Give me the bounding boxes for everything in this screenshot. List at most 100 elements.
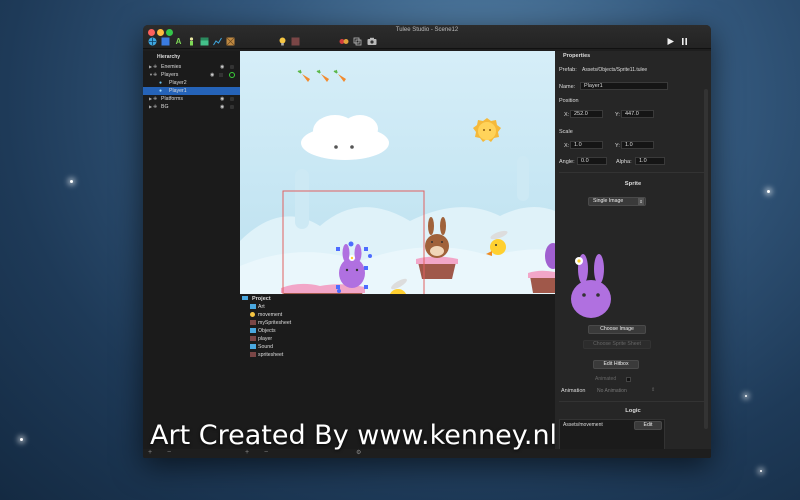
transform-handle[interactable] [336,247,340,251]
tile-icon[interactable] [200,37,209,46]
star [70,180,73,183]
spritesheet-icon [250,336,256,341]
project-title: Project [242,295,271,303]
star [760,470,762,472]
properties-scrollbar[interactable] [704,89,708,429]
hierarchy-item-players[interactable]: ▼ ⁜ Players ◉ [143,71,240,79]
select-stepper-icon: ⇕ [638,198,644,205]
visibility-eye-icon[interactable]: ◉ [220,95,224,103]
alpha-label: Alpha: [616,159,632,165]
animated-label: Animated [595,376,617,382]
animation-label: Animation [561,388,586,394]
background-pillar [517,156,529,201]
rotation-handle[interactable] [337,289,341,293]
globe-icon[interactable] [148,37,157,46]
sprite-section-title: Sprite [624,181,642,187]
disclosure-triangle-icon[interactable]: ▶ [149,95,152,103]
scale-y-field[interactable]: 1.0 [621,141,654,149]
figure-icon[interactable] [187,37,196,46]
disclosure-triangle-icon[interactable]: ▶ [149,63,152,71]
prefab-path[interactable]: Assets/Objects/Sprite11.tulee [582,67,647,73]
active-ring-icon[interactable] [229,72,235,78]
choose-sprite-sheet-button[interactable]: Choose Sprite Sheet [583,340,651,349]
alpha-field[interactable]: 1.0 [635,157,665,165]
sun-sprite[interactable] [473,118,501,142]
scene-viewport[interactable] [240,51,555,294]
lock-icon[interactable] [230,97,234,101]
scale-x-field[interactable]: 1.0 [570,141,603,149]
line-icon[interactable] [213,37,222,46]
pause-icon[interactable] [680,37,689,46]
position-label: Position [559,98,579,104]
edit-script-button[interactable]: Edit [634,421,662,430]
visibility-eye-icon[interactable]: ◉ [220,103,224,111]
lock-icon[interactable] [230,105,234,109]
disclosure-triangle-icon[interactable]: ▶ [149,103,152,111]
group-node-icon: ⁜ [153,96,158,102]
collision-icon[interactable] [339,37,349,46]
rotation-handle[interactable] [368,254,372,258]
hierarchy-item-player1[interactable]: ● Player1 [143,87,240,95]
carrot-sprite[interactable] [316,69,329,82]
lightbulb-icon [250,312,255,317]
sprite-mode-select[interactable]: Single Image ⇕ [588,197,646,206]
logic-script-item[interactable]: Assets/movement [563,422,603,428]
star [745,395,747,397]
transform-handle[interactable] [336,285,340,289]
animated-checkbox[interactable] [626,377,631,382]
lock-icon[interactable] [230,65,234,69]
rotation-handle[interactable] [348,241,354,247]
edit-hitbox-button[interactable]: Edit Hitbox [593,360,639,369]
group-node-icon: ⁜ [153,72,158,78]
play-icon[interactable] [666,37,675,46]
camera-icon[interactable] [367,37,377,46]
scene-canvas[interactable] [240,51,555,294]
position-y-label: Y: [615,112,620,118]
letter-a-icon[interactable]: A [174,37,183,46]
spritesheet-icon [250,352,256,357]
transform-handle[interactable] [364,266,368,270]
angle-label: Angle: [559,159,575,165]
transform-handle[interactable] [364,285,368,289]
lock-icon[interactable] [219,73,223,77]
name-field[interactable]: Player1 [580,82,668,90]
visibility-eye-icon[interactable]: ◉ [210,71,214,79]
crate-icon[interactable] [226,37,235,46]
lightbulb-icon[interactable] [278,37,287,46]
choose-image-button[interactable]: Choose Image [588,325,646,334]
folder-icon [250,328,256,333]
hierarchy-title: Hierarchy [157,54,181,60]
name-label: Name: [559,84,576,90]
position-x-field[interactable]: 252.0 [570,110,603,118]
animation-select[interactable]: No Animation [597,388,627,394]
hierarchy-item-enemies[interactable]: ▶ ⁜ Enemies ◉ [143,63,240,71]
position-y-field[interactable]: 447.0 [621,110,654,118]
sprite-node-icon: ● [159,88,163,94]
divider [559,172,707,173]
platform-sprite[interactable] [416,256,458,280]
folder-icon [250,304,256,309]
hierarchy-item-player2[interactable]: ● Player2 [143,79,240,87]
spritesheet-icon [250,320,256,325]
cloud-sprite[interactable] [301,115,389,160]
properties-panel: Properties Prefab: Assets/Objects/Sprite… [555,51,711,458]
spritesheet-icon[interactable] [291,37,300,46]
hierarchy-item-bg[interactable]: ▶ ⁜ BG ◉ [143,103,240,111]
carrot-sprite[interactable] [333,69,346,82]
carrot-sprite[interactable] [297,69,310,82]
hierarchy-panel: Hierarchy ▶ ⁜ Enemies ◉ ▼ ⁜ Players ◉ ● … [143,51,240,457]
prefab-label: Prefab: [559,67,577,73]
folder-icon [250,344,256,349]
transform-handle[interactable] [364,247,368,251]
layers-icon[interactable] [353,37,362,46]
angle-field[interactable]: 0.0 [577,157,607,165]
divider [559,401,707,402]
hierarchy-item-platforms[interactable]: ▶ ⁜ Platforms ◉ [143,95,240,103]
group-node-icon: ⁜ [153,104,158,110]
scale-label: Scale [559,129,573,135]
star [767,190,770,193]
visibility-eye-icon[interactable]: ◉ [220,63,224,71]
properties-title: Properties [563,53,591,59]
square-icon[interactable] [161,37,170,46]
group-node-icon: ⁜ [153,64,158,70]
